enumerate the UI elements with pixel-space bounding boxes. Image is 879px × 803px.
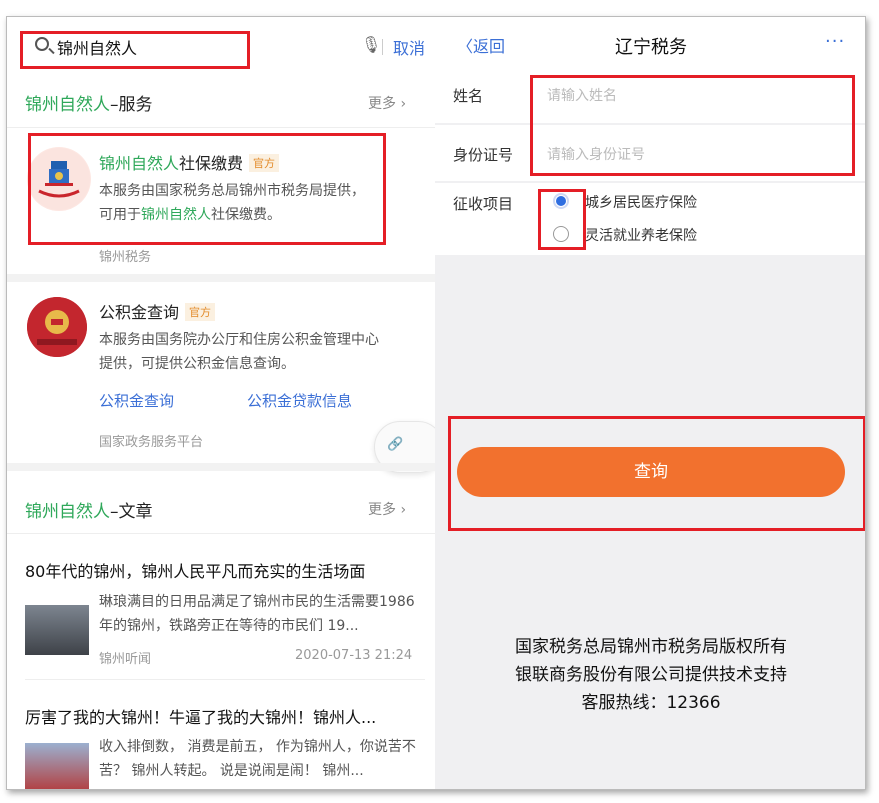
official-badge: 官方 <box>249 154 280 172</box>
article-title[interactable]: 厉害了我的大锦州！牛逼了我的大锦州！锦州人... <box>25 704 425 728</box>
link-housing-fund-query[interactable]: 公积金查询 <box>99 390 174 411</box>
query-button[interactable]: 查询 <box>457 447 845 497</box>
option-pension-label[interactable]: 灵活就业养老保险 <box>585 225 697 245</box>
title-text: 公积金查询 <box>99 303 180 322</box>
national-emblem-icon <box>27 297 87 357</box>
back-button[interactable]: 〈返回 <box>457 33 505 57</box>
search-input[interactable]: 锦州自然人 <box>57 35 137 59</box>
divider <box>7 533 435 534</box>
section-keyword: 锦州自然人 <box>25 502 110 522</box>
service-more-link[interactable]: 更多 › <box>368 93 406 113</box>
article-title[interactable]: 80年代的锦州，锦州人民平凡而充实的生活场面 <box>25 558 365 582</box>
title-keyword: 锦州自然人 <box>99 154 180 173</box>
name-row: 姓名 请输入姓名 <box>435 67 865 123</box>
navigation-bar: 辽宁税务 〈返回 ··· <box>435 17 865 67</box>
title-rest: 社保缴费 <box>179 154 244 173</box>
back-label: 返回 <box>473 37 506 56</box>
radio-option-pension[interactable] <box>553 226 569 242</box>
radio-option-medical[interactable] <box>553 193 569 209</box>
service-section-title: 锦州自然人–服务 <box>25 90 153 115</box>
link-icon: 🔗 <box>387 437 404 452</box>
id-number-input[interactable]: 请输入身份证号 <box>547 144 645 164</box>
article-section-title: 锦州自然人–文章 <box>25 497 153 522</box>
service-title-social-insurance[interactable]: 锦州自然人社保缴费 官方 <box>99 150 280 174</box>
link-housing-loan-info[interactable]: 公积金贷款信息 <box>247 390 352 411</box>
article-thumbnail <box>25 743 89 789</box>
id-label: 身份证号 <box>453 146 514 164</box>
tax-query-panel: 辽宁税务 〈返回 ··· 姓名 请输入姓名 身份证号 请输入身份证号 征收项目 … <box>435 17 865 789</box>
section-suffix: –文章 <box>110 502 153 522</box>
microphone-icon[interactable]: 🎙 <box>361 35 381 54</box>
option-medical-label[interactable]: 城乡居民医疗保险 <box>585 192 697 212</box>
gov-service-logo <box>27 297 87 357</box>
hotline-text: 客服热线：12366 <box>581 693 721 713</box>
tax-bureau-logo <box>27 147 91 211</box>
desc-keyword: 锦州自然人 <box>141 207 211 223</box>
service-source: 国家政务服务平台 <box>99 435 204 450</box>
divider <box>382 39 383 55</box>
name-label: 姓名 <box>453 87 484 105</box>
search-icon <box>35 37 49 51</box>
service-source: 锦州税务 <box>99 250 152 265</box>
section-gap <box>7 274 435 282</box>
collection-item-label: 征收项目 <box>453 195 514 213</box>
article-more-link[interactable]: 更多 › <box>368 499 406 519</box>
search-bar[interactable]: 锦州自然人 🎙 取消 <box>19 29 433 65</box>
more-menu-icon[interactable]: ··· <box>825 31 845 52</box>
id-row: 身份证号 请输入身份证号 <box>435 125 865 181</box>
tax-emblem-icon <box>28 148 90 210</box>
divider <box>25 679 425 680</box>
article-thumbnail <box>25 605 89 655</box>
name-input[interactable]: 请输入姓名 <box>547 85 617 105</box>
service-title-housing-fund[interactable]: 公积金查询 官方 <box>99 299 216 323</box>
chevron-left-icon: 〈 <box>457 37 474 56</box>
collection-item-row: 征收项目 城乡居民医疗保险 灵活就业养老保险 <box>435 183 865 255</box>
copyright-text: 国家税务总局锦州市税务局版权所有 <box>515 637 787 657</box>
search-results-panel: 锦州自然人 🎙 取消 锦州自然人–服务 更多 › 锦州自然人社保缴费 官方 本服务… <box>7 17 435 789</box>
divider <box>7 127 435 128</box>
section-gap <box>7 463 435 471</box>
article-source: 锦州听闻 <box>99 652 152 667</box>
service-description: 本服务由国家税务总局锦州市税务局提供，可用于锦州自然人社保缴费。 <box>99 179 371 227</box>
tech-support-text: 银联商务股份有限公司提供技术支持 <box>515 665 787 685</box>
article-snippet: 琳琅满目的日用品满足了锦州市民的生活需要1986年的锦州，铁路旁正在等待的市民们… <box>99 594 415 634</box>
screenshot-frame: 锦州自然人 🎙 取消 锦州自然人–服务 更多 › 锦州自然人社保缴费 官方 本服务… <box>6 16 866 790</box>
desc-text-end: 社保缴费。 <box>211 207 281 223</box>
article-time: 2020-07-13 21:24 <box>295 648 413 663</box>
official-badge: 官方 <box>185 303 216 321</box>
section-suffix: –服务 <box>110 95 153 115</box>
service-description: 本服务由国务院办公厅和住房公积金管理中心提供，可提供公积金信息查询。 <box>99 332 379 372</box>
cancel-button[interactable]: 取消 <box>393 35 425 59</box>
article-snippet: 收入排倒数， 消费是前五， 作为锦州人，你说苦不苦？ 锦州人转起。 说是说闹是闹… <box>99 739 416 779</box>
section-keyword: 锦州自然人 <box>25 95 110 115</box>
